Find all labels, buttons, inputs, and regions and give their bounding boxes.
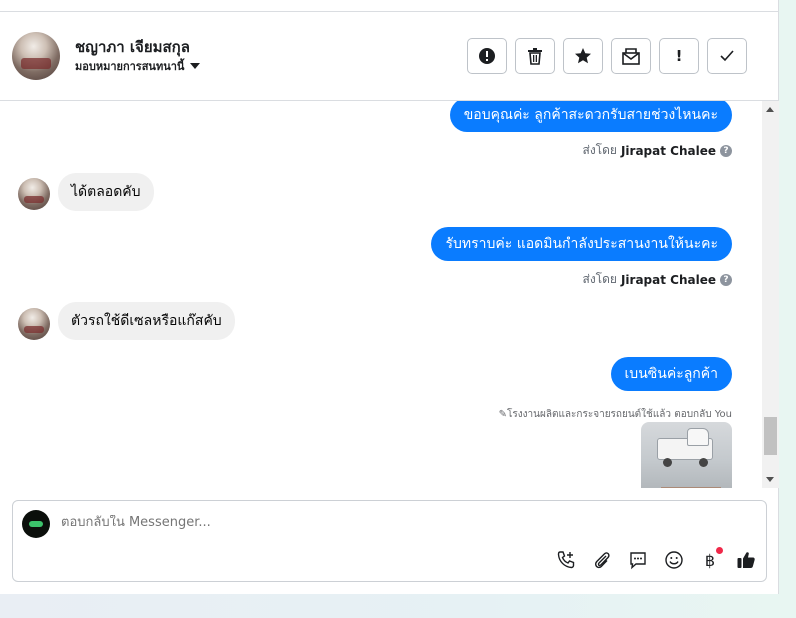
sent-by-prefix: ส่งโดย bbox=[582, 143, 617, 157]
like-button[interactable] bbox=[733, 547, 759, 573]
attach-file-button[interactable] bbox=[589, 547, 615, 573]
call-add-button[interactable] bbox=[553, 547, 579, 573]
contact-avatar-small[interactable] bbox=[18, 178, 50, 210]
notification-dot bbox=[716, 547, 723, 554]
help-icon[interactable]: ? bbox=[720, 144, 732, 157]
reply-note: ✎โรงงานผลิตและกระจายรถยนต์ใช้แล้ว ตอบกลั… bbox=[498, 409, 732, 420]
saved-replies-icon bbox=[630, 552, 646, 570]
help-icon[interactable]: ? bbox=[720, 273, 732, 286]
conversation-header: ชญาภา เจียมสกุล มอบหมายการสนทนานี้ ! bbox=[0, 12, 779, 101]
emoji-button[interactable] bbox=[661, 547, 687, 573]
assign-label: มอบหมายการสนทนานี้ bbox=[75, 60, 185, 73]
page-logo-avatar bbox=[22, 510, 50, 538]
like-icon bbox=[737, 552, 755, 568]
photo-caption-strip bbox=[661, 487, 721, 488]
star-button[interactable] bbox=[563, 38, 603, 74]
outgoing-message[interactable]: รับทราบค่ะ แอดมินกำลังประสานงานให้นะคะ bbox=[431, 227, 732, 261]
incoming-message[interactable]: ได้ตลอดคับ bbox=[58, 173, 154, 211]
conversation-panel: ชญาภา เจียมสกุล มอบหมายการสนทนานี้ ! ขอบ… bbox=[0, 0, 779, 594]
scroll-down-arrow-icon[interactable] bbox=[766, 477, 774, 482]
thread-scrollbar[interactable] bbox=[762, 101, 779, 488]
follow-up-icon: ! bbox=[675, 47, 683, 65]
trash-icon bbox=[528, 48, 542, 65]
sent-by-author: Jirapat Chalee bbox=[620, 143, 716, 158]
scroll-up-arrow-icon[interactable] bbox=[766, 107, 774, 112]
mark-spam-button[interactable] bbox=[467, 38, 507, 74]
scroll-thumb[interactable] bbox=[764, 417, 777, 455]
caret-down-icon bbox=[190, 63, 201, 69]
composer-tools: ฿ bbox=[553, 547, 759, 573]
spam-icon bbox=[479, 48, 495, 64]
saved-replies-button[interactable] bbox=[625, 547, 651, 573]
follow-up-button[interactable]: ! bbox=[659, 38, 699, 74]
contact-name[interactable]: ชญาภา เจียมสกุล bbox=[75, 35, 190, 59]
incoming-message[interactable]: ตัวรถใช้ดีเซลหรือแก๊สคับ bbox=[58, 302, 235, 340]
payment-icon: ฿ bbox=[704, 550, 716, 570]
sent-by-author: Jirapat Chalee bbox=[620, 272, 716, 287]
star-icon bbox=[575, 48, 591, 64]
truck-wheel bbox=[663, 458, 672, 467]
sent-by-label: ส่งโดย Jirapat Chalee ? bbox=[582, 270, 732, 289]
attachment-icon bbox=[595, 552, 610, 569]
truck-wheel bbox=[699, 458, 708, 467]
message-thread[interactable]: ขอบคุณค่ะ ลูกค้าสะดวกรับสายช่วงไหนคะ ส่ง… bbox=[0, 101, 762, 488]
emoji-icon bbox=[665, 551, 683, 569]
contact-avatar-small[interactable] bbox=[18, 308, 50, 340]
truck-cab bbox=[687, 428, 709, 446]
mark-done-button[interactable] bbox=[707, 38, 747, 74]
payment-button[interactable]: ฿ bbox=[697, 547, 723, 573]
outgoing-message[interactable]: เบนซินค่ะลูกค้า bbox=[610, 357, 732, 391]
reply-composer: ฿ bbox=[12, 500, 767, 582]
sent-by-label: ส่งโดย Jirapat Chalee ? bbox=[582, 141, 732, 160]
call-add-icon bbox=[557, 551, 575, 569]
mark-unread-button[interactable] bbox=[611, 38, 651, 74]
assign-conversation-dropdown[interactable]: มอบหมายการสนทนานี้ bbox=[75, 57, 201, 75]
done-icon bbox=[720, 50, 734, 62]
sent-by-prefix: ส่งโดย bbox=[582, 272, 617, 286]
contact-avatar[interactable] bbox=[12, 32, 60, 80]
delete-button[interactable] bbox=[515, 38, 555, 74]
mark-unread-icon bbox=[622, 48, 640, 65]
message-photo[interactable] bbox=[641, 422, 732, 488]
header-actions: ! bbox=[467, 38, 747, 74]
outgoing-message[interactable]: ขอบคุณค่ะ ลูกค้าสะดวกรับสายช่วงไหนคะ bbox=[449, 101, 732, 132]
reply-input[interactable] bbox=[61, 515, 661, 530]
